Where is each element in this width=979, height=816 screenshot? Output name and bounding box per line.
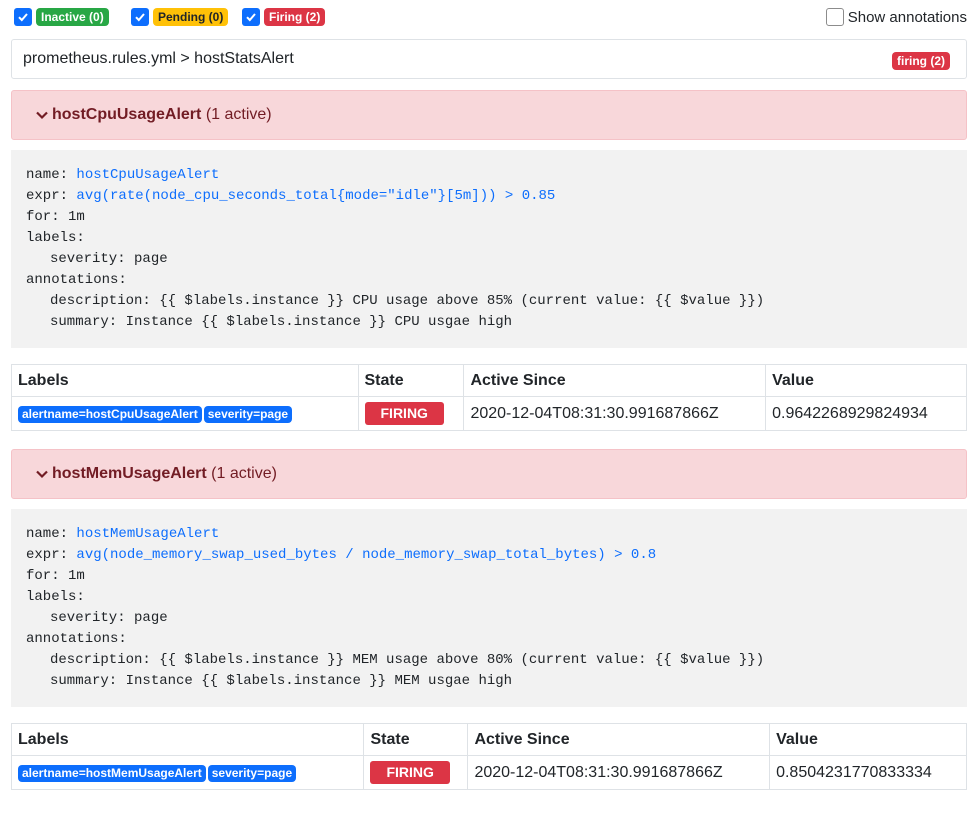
alert-active-count: (1 active) [205, 106, 272, 123]
alert-rule-definition: name: hostCpuUsageAlert expr: avg(rate(n… [11, 150, 967, 348]
state-filters: Inactive (0) Pending (0) Firing (2) Show… [14, 7, 967, 29]
rule-group-title: prometheus.rules.yml > hostStatsAlert [23, 50, 294, 67]
show-annotations-label: Show annotations [847, 8, 967, 26]
col-state: State [363, 723, 469, 756]
state-badge: FIRING [364, 402, 444, 425]
rule-name-link[interactable]: hostCpuUsageAlert [76, 167, 219, 183]
checkbox-checked-icon[interactable] [14, 8, 32, 26]
col-active-since: Active Since [467, 723, 771, 756]
state-badge: FIRING [370, 761, 450, 784]
rule-group-header[interactable]: prometheus.rules.yml > hostStatsAlert fi… [11, 39, 967, 79]
alert-name: hostCpuUsageAlert [52, 106, 202, 123]
label-badge: alertname=hostMemUsageAlert [18, 764, 206, 782]
group-firing-badge: firing (2) [892, 52, 950, 70]
rule-expr-link[interactable]: avg(rate(node_cpu_seconds_total{mode="id… [76, 188, 555, 204]
rule-expr-link[interactable]: avg(node_memory_swap_used_bytes / node_m… [76, 547, 656, 563]
inactive-badge: Inactive (0) [36, 8, 109, 26]
show-annotations-toggle[interactable]: Show annotations [825, 8, 967, 26]
active-since-cell: 2020-12-04T08:31:30.991687866Z [463, 396, 767, 431]
alert-name: hostMemUsageAlert [52, 465, 207, 482]
filter-firing[interactable]: Firing (2) [242, 8, 326, 26]
col-state: State [357, 364, 465, 397]
label-badge: alertname=hostCpuUsageAlert [18, 405, 202, 423]
filter-pending[interactable]: Pending (0) [131, 8, 229, 26]
checkbox-unchecked-icon[interactable] [825, 8, 844, 26]
checkbox-checked-icon[interactable] [242, 8, 260, 26]
checkbox-checked-icon[interactable] [131, 8, 149, 26]
alert-rule-definition: name: hostMemUsageAlert expr: avg(node_m… [11, 509, 967, 707]
col-active-since: Active Since [463, 364, 767, 397]
label-badge: severity=page [207, 764, 297, 782]
pending-badge: Pending (0) [153, 8, 229, 26]
rule-name-link[interactable]: hostMemUsageAlert [76, 526, 219, 542]
alert-active-count: (1 active) [211, 465, 277, 482]
value-cell: 0.8504231770833334 [769, 755, 967, 790]
table-row: alertname=hostCpuUsageAlert severity=page… [11, 396, 967, 431]
alert-header-hostcpuusagealert[interactable]: hostCpuUsageAlert (1 active) [11, 90, 967, 140]
col-labels: Labels [11, 364, 359, 397]
col-value: Value [765, 364, 967, 397]
active-alerts-table: Labels State Active Since Value alertnam… [10, 723, 967, 790]
firing-badge: Firing (2) [264, 8, 326, 26]
value-cell: 0.9642268929824934 [765, 396, 967, 431]
active-since-cell: 2020-12-04T08:31:30.991687866Z [467, 755, 771, 790]
table-row: alertname=hostMemUsageAlert severity=page… [10, 755, 967, 790]
alert-header-hostmemusagealert[interactable]: hostMemUsageAlert (1 active) [11, 449, 967, 499]
col-labels: Labels [10, 723, 365, 756]
filter-inactive[interactable]: Inactive (0) [14, 8, 109, 26]
chevron-down-icon [36, 470, 48, 479]
col-value: Value [769, 723, 967, 756]
chevron-down-icon [36, 111, 48, 120]
active-alerts-table: Labels State Active Since Value alertnam… [11, 364, 967, 431]
label-badge: severity=page [203, 405, 293, 423]
